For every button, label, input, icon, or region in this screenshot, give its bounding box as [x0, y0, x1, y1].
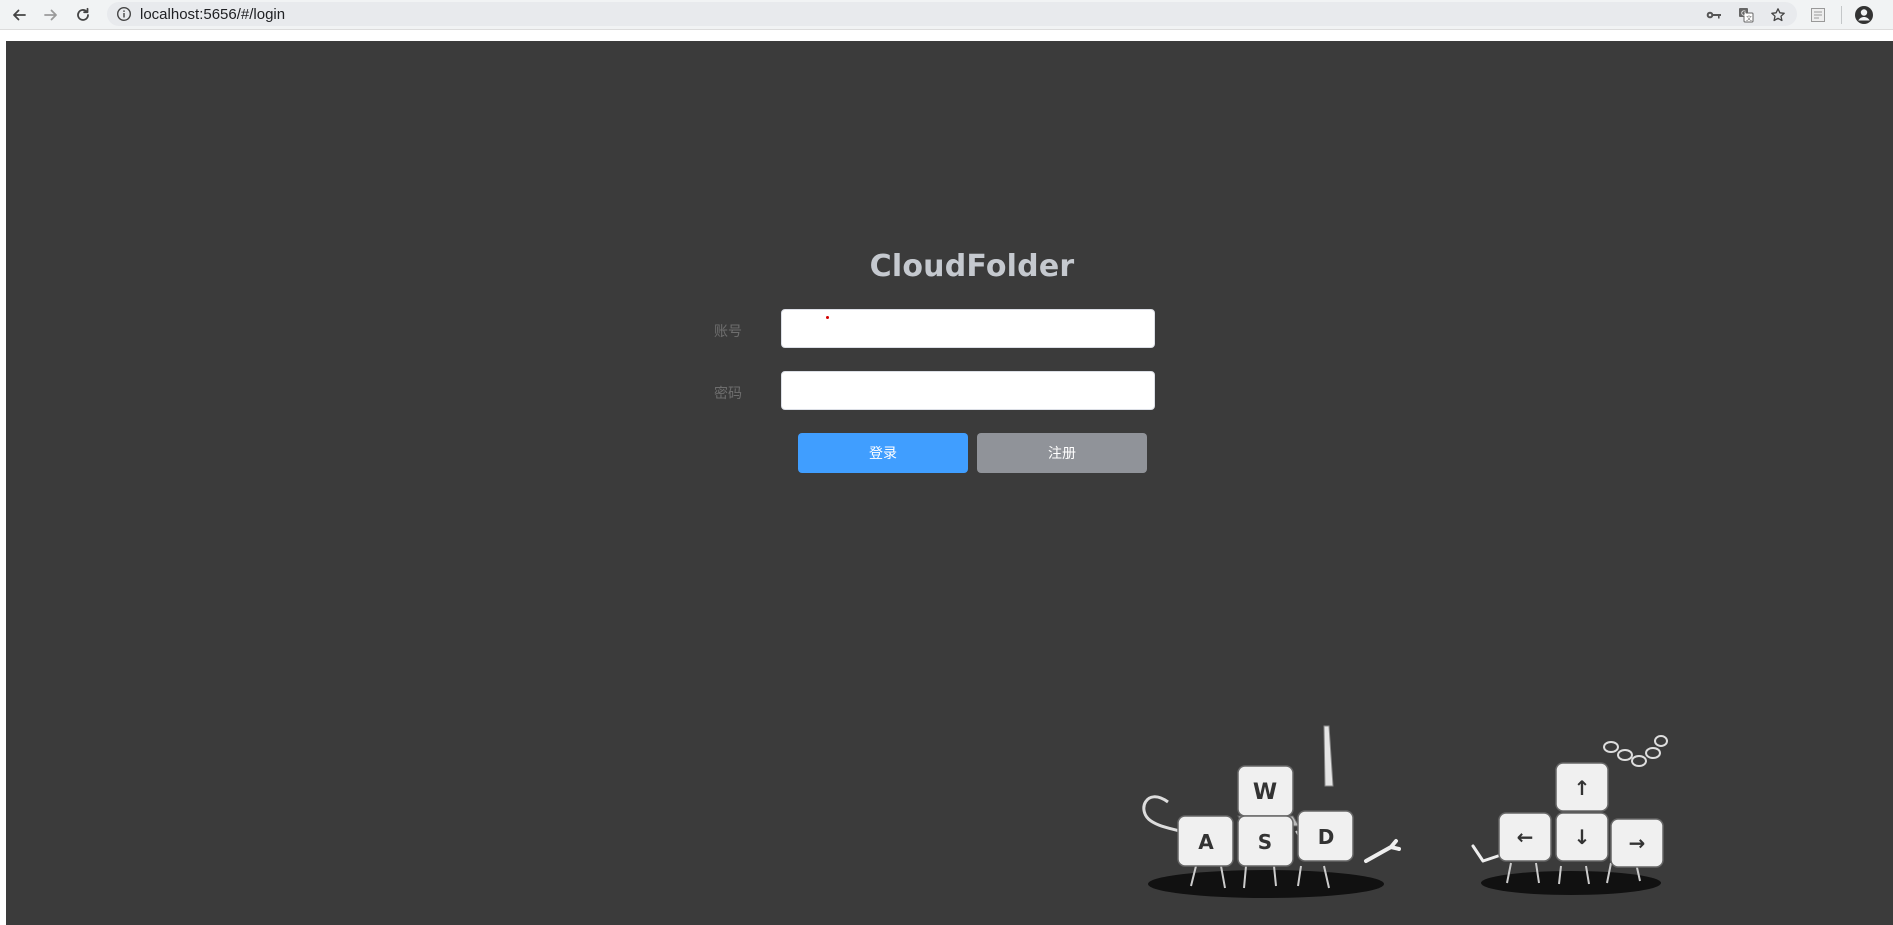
profile-button[interactable]: [1853, 4, 1875, 26]
extension-button[interactable]: [1807, 4, 1829, 26]
login-page: CloudFolder 账号 密码 登录 注册 W A S D ↑ ← ↓ →: [6, 41, 1893, 925]
wasd-keys-illustration: W A S D: [1142, 725, 1401, 898]
key-left-label: ←: [1517, 825, 1534, 849]
key-down-label: ↓: [1574, 825, 1591, 849]
toolbar-divider: [1841, 6, 1842, 24]
extension-icon: [1811, 8, 1825, 22]
password-input[interactable]: [781, 371, 1155, 410]
app-title: CloudFolder: [869, 249, 1075, 284]
key-button[interactable]: [1703, 4, 1725, 26]
arrow-keys-illustration: ↑ ← ↓ →: [1471, 735, 1668, 895]
password-label: 密码: [714, 386, 742, 402]
key-d-label: D: [1318, 825, 1335, 849]
key-right: →: [1610, 818, 1664, 868]
url-text[interactable]: localhost:5656/#/login: [140, 6, 285, 23]
key-down: ↓: [1555, 812, 1609, 862]
info-icon[interactable]: [116, 6, 132, 22]
key-s: S: [1237, 815, 1294, 867]
back-button[interactable]: [8, 4, 30, 26]
key-up-label: ↑: [1574, 776, 1591, 800]
key-left: ←: [1498, 812, 1552, 862]
arrow-left-icon: [13, 9, 26, 21]
key-a: A: [1177, 815, 1234, 867]
arrow-right-icon: [44, 9, 57, 21]
bookmark-button[interactable]: [1767, 4, 1789, 26]
key-d: D: [1297, 810, 1354, 862]
key-right-label: →: [1629, 831, 1646, 855]
key-s-label: S: [1258, 830, 1272, 854]
key-up: ↑: [1555, 762, 1609, 812]
profile-icon: [1855, 6, 1873, 24]
key-icon: [1706, 11, 1721, 19]
login-button[interactable]: 登录: [798, 433, 968, 473]
svg-text:文: 文: [1746, 15, 1752, 23]
key-a-label: A: [1198, 830, 1214, 854]
register-button[interactable]: 注册: [977, 433, 1147, 473]
key-w-label: W: [1253, 780, 1277, 805]
star-icon: [1771, 8, 1785, 22]
browser-toolbar: localhost:5656/#/login G 文: [0, 0, 1893, 30]
address-bar[interactable]: [107, 2, 1797, 26]
account-label: 账号: [714, 324, 742, 340]
forward-button[interactable]: [40, 4, 62, 26]
translate-icon: G 文: [1739, 8, 1754, 23]
translate-button[interactable]: G 文: [1735, 4, 1757, 26]
reload-button[interactable]: [72, 4, 94, 26]
reload-icon: [77, 7, 89, 21]
account-input[interactable]: [781, 309, 1155, 348]
input-cursor-mark: [826, 316, 829, 319]
